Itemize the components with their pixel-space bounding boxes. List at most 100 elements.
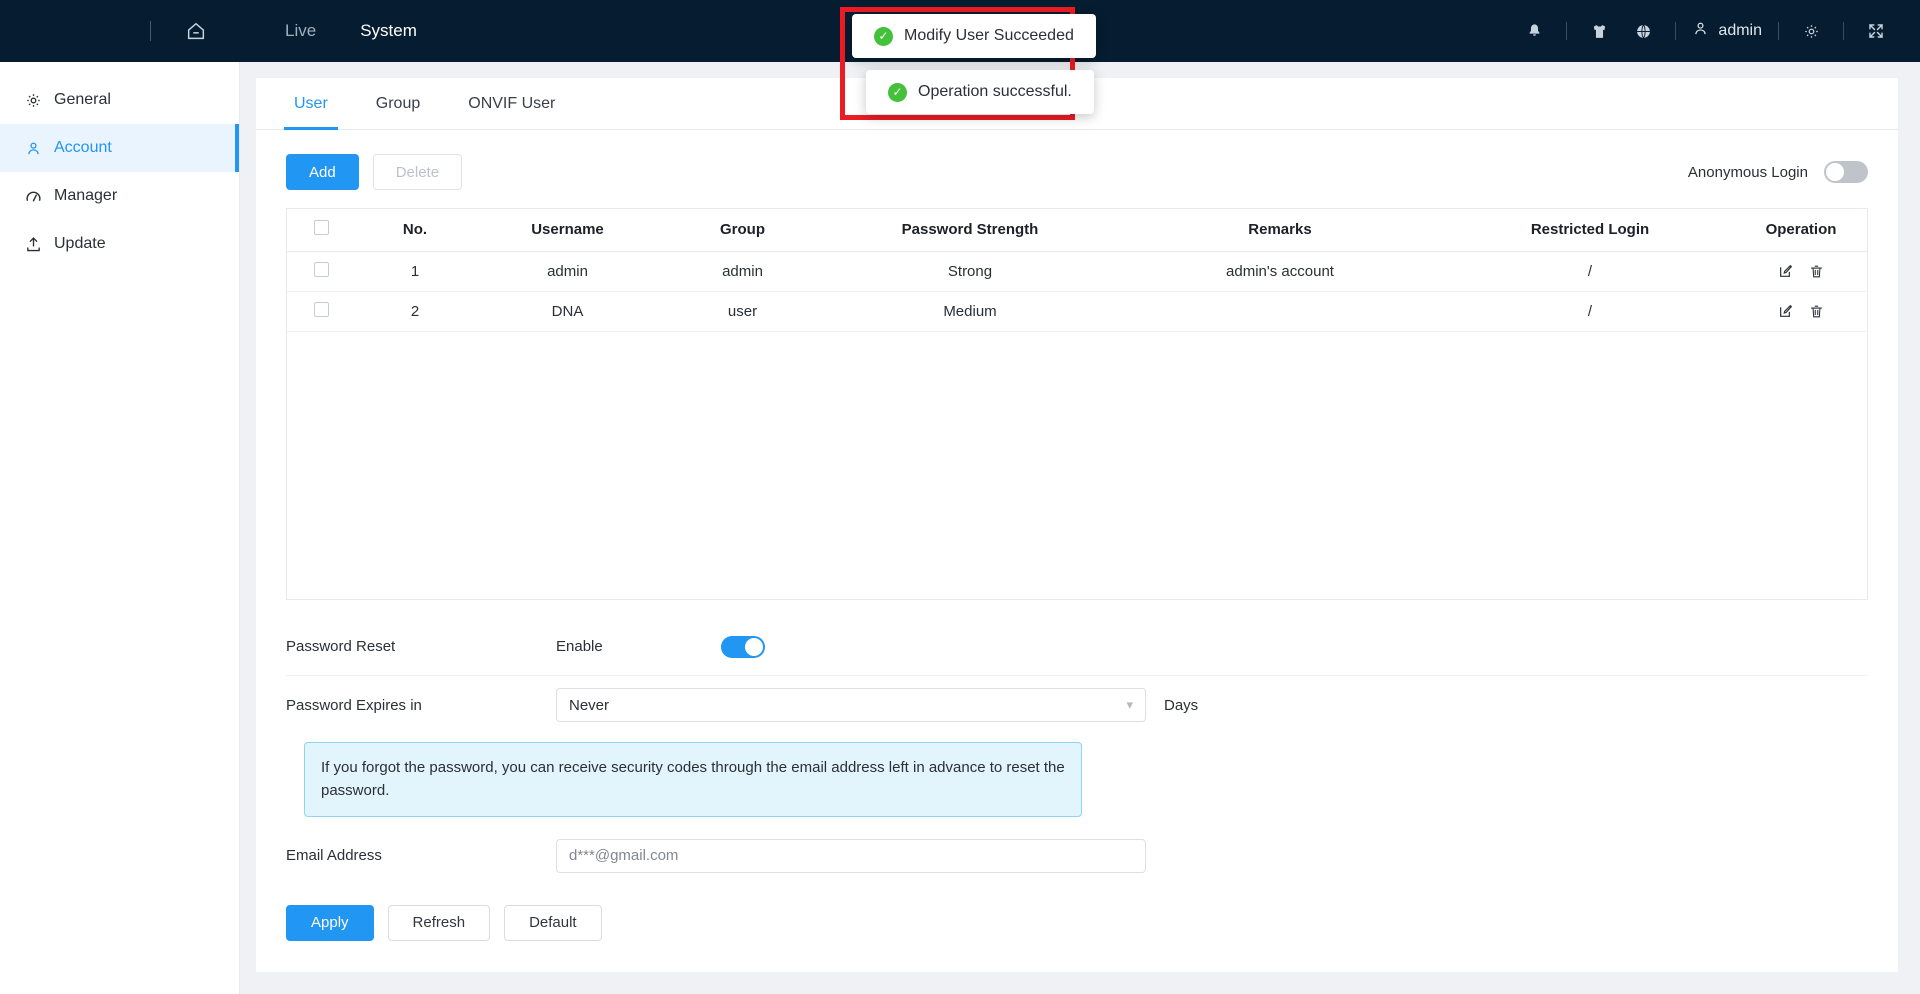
fullscreen-icon[interactable] [1854,0,1898,62]
trash-icon[interactable] [1803,298,1829,324]
gear-icon [24,91,42,109]
home-icon[interactable] [179,14,213,48]
top-bar-right: admin [1512,0,1898,62]
table-row[interactable]: 1 admin admin Strong admin's account / [287,251,1867,292]
toast-message: Modify User Succeeded [904,27,1074,44]
sidebar-item-manager[interactable]: Manager [0,172,239,220]
divider [1566,22,1568,40]
nav-label: Live [285,21,317,40]
table-toolbar: Add Delete Anonymous Login [286,152,1868,192]
username-label: admin [1718,22,1762,39]
refresh-button-label: Refresh [412,914,466,931]
anonymous-login-toggle[interactable] [1824,161,1868,183]
password-expires-value: Never [569,696,610,714]
sidebar-item-general[interactable]: General [0,76,239,124]
tab-user[interactable]: User [270,78,352,130]
row-checkbox[interactable] [313,301,329,317]
divider [150,21,151,41]
password-expires-label: Password Expires in [286,696,422,714]
toggle-knob [1826,163,1844,181]
cell-group: admin [660,251,825,292]
column-header-username: Username [475,209,660,252]
cell-operation [1735,291,1867,332]
row-select-cell [287,291,355,332]
person-icon [24,139,42,157]
cell-password-strength: Medium [825,291,1115,332]
tab-label: ONVIF User [468,95,556,112]
gear-icon[interactable] [1789,0,1833,62]
row-checkbox[interactable] [313,261,329,277]
cell-remarks [1115,291,1445,332]
sidebar-item-account[interactable]: Account [0,124,239,172]
cell-username: admin [475,251,660,292]
trash-icon[interactable] [1803,258,1829,284]
divider [1843,22,1844,40]
add-button-label: Add [309,163,336,181]
default-button[interactable]: Default [504,904,602,941]
password-reset-enable-row: Password Reset Enable [286,618,1868,676]
edit-icon[interactable] [1773,258,1799,284]
content-area: User Group ONVIF User Add Delete Anonymo… [240,62,1920,994]
divider [1778,22,1779,40]
column-header-operation: Operation [1735,209,1867,252]
email-address-row: Email Address [286,827,1868,885]
sidebar-item-label: Update [54,235,106,252]
refresh-button[interactable]: Refresh [387,904,491,941]
cell-password-strength: Strong [825,251,1115,292]
select-all-header [287,209,355,252]
nav-item-live[interactable]: Live [263,0,338,62]
cell-no: 2 [355,291,475,332]
globe-icon[interactable] [1621,0,1665,62]
cell-restricted-login: / [1445,291,1735,332]
nav-item-system[interactable]: System [338,0,439,62]
users-table: No. Username Group Password Strength Rem… [286,208,1868,600]
delete-button[interactable]: Delete [372,154,463,190]
cell-username: DNA [475,291,660,332]
column-header-group: Group [660,209,825,252]
shirt-icon[interactable] [1577,0,1621,62]
sidebar-item-label: Account [54,139,112,156]
add-button[interactable]: Add [286,154,359,190]
password-expires-select[interactable]: Never ▾ [556,688,1146,722]
password-reset-toggle[interactable] [721,635,765,658]
table-row[interactable]: 2 DNA user Medium / [287,291,1867,332]
toggle-knob [745,637,763,656]
sidebar-item-update[interactable]: Update [0,220,239,268]
toast-modify-user-succeeded: ✓ Modify User Succeeded [852,14,1096,58]
user-menu[interactable]: admin [1686,20,1768,42]
password-expires-row: Password Expires in Never ▾ Days [286,676,1868,734]
tab-label: Group [375,95,421,112]
edit-icon[interactable] [1773,298,1799,324]
tab-group[interactable]: Group [352,78,444,130]
days-label: Days [1164,696,1199,714]
person-icon [1692,20,1709,42]
check-circle-icon: ✓ [874,26,893,46]
anonymous-login-label: Anonymous Login [1687,163,1808,181]
tab-onvif-user[interactable]: ONVIF User [444,78,579,130]
column-header-password-strength: Password Strength [825,209,1115,252]
upload-icon [24,235,42,253]
bell-icon[interactable] [1512,0,1556,62]
default-button-label: Default [529,914,577,931]
cell-group: user [660,291,825,332]
account-panel: User Group ONVIF User Add Delete Anonymo… [256,78,1898,972]
chevron-down-icon: ▾ [1126,697,1133,712]
password-reset-label: Password Reset [286,638,396,655]
tab-label: User [294,95,328,112]
email-address-input[interactable] [556,838,1146,873]
select-all-checkbox[interactable] [313,220,329,236]
toast-operation-successful: ✓ Operation successful. [866,70,1094,114]
divider [1675,22,1677,40]
top-bar-left: Live System [0,0,439,62]
apply-button[interactable]: Apply [286,904,374,941]
gauge-icon [24,187,42,205]
sidebar: General Account Manager Update [0,62,240,994]
row-select-cell [287,251,355,292]
cell-no: 1 [355,251,475,292]
check-circle-icon: ✓ [888,82,907,102]
cell-operation [1735,251,1867,292]
column-header-remarks: Remarks [1115,209,1445,252]
column-header-no: No. [355,209,475,252]
toast-message: Operation successful. [918,83,1072,100]
anonymous-login-control: Anonymous Login [1688,161,1868,183]
